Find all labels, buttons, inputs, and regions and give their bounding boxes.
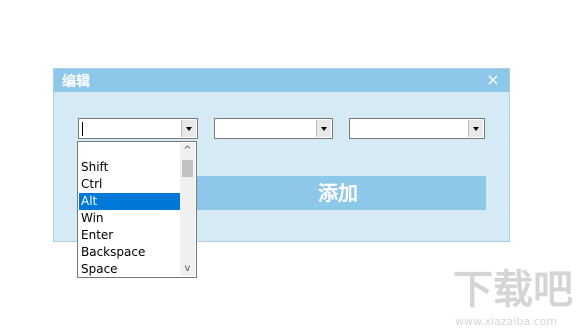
chevron-down-icon[interactable] [181,120,196,137]
key-combo-1[interactable] [78,118,198,139]
scroll-up-icon[interactable]: ^ [180,143,195,158]
key-combo-3[interactable] [349,118,485,139]
dropdown-item[interactable]: Enter [79,227,181,244]
key-dropdown-list[interactable]: Shift Ctrl Alt Win Enter Backspace Space… [77,141,197,278]
dropdown-item[interactable]: Space [79,261,181,278]
scroll-down-icon[interactable]: v [180,261,195,276]
chevron-down-icon[interactable] [468,120,483,137]
dropdown-scrollbar[interactable]: ^ v [180,143,195,276]
chevron-down-icon[interactable] [316,120,331,137]
scroll-thumb[interactable] [182,160,193,177]
dropdown-item[interactable]: Win [79,210,181,227]
dropdown-item[interactable]: Ctrl [79,176,181,193]
xiazaiba-watermark: 下载吧 www.xiazaiba.com [453,267,573,328]
watermark-url: www.xiazaiba.com [455,315,557,328]
watermark-text: 下载吧 [453,267,573,313]
dialog-titlebar[interactable]: 编辑 × [54,69,509,92]
add-button[interactable]: 添加 [190,176,486,210]
dialog-title: 编辑 [62,74,90,90]
close-icon[interactable]: × [485,70,501,90]
dropdown-item-selected[interactable]: Alt [79,193,181,210]
dropdown-item[interactable]: Shift [79,159,181,176]
dropdown-item[interactable]: Backspace [79,244,181,261]
text-caret [82,122,83,136]
key-combo-2[interactable] [214,118,333,139]
